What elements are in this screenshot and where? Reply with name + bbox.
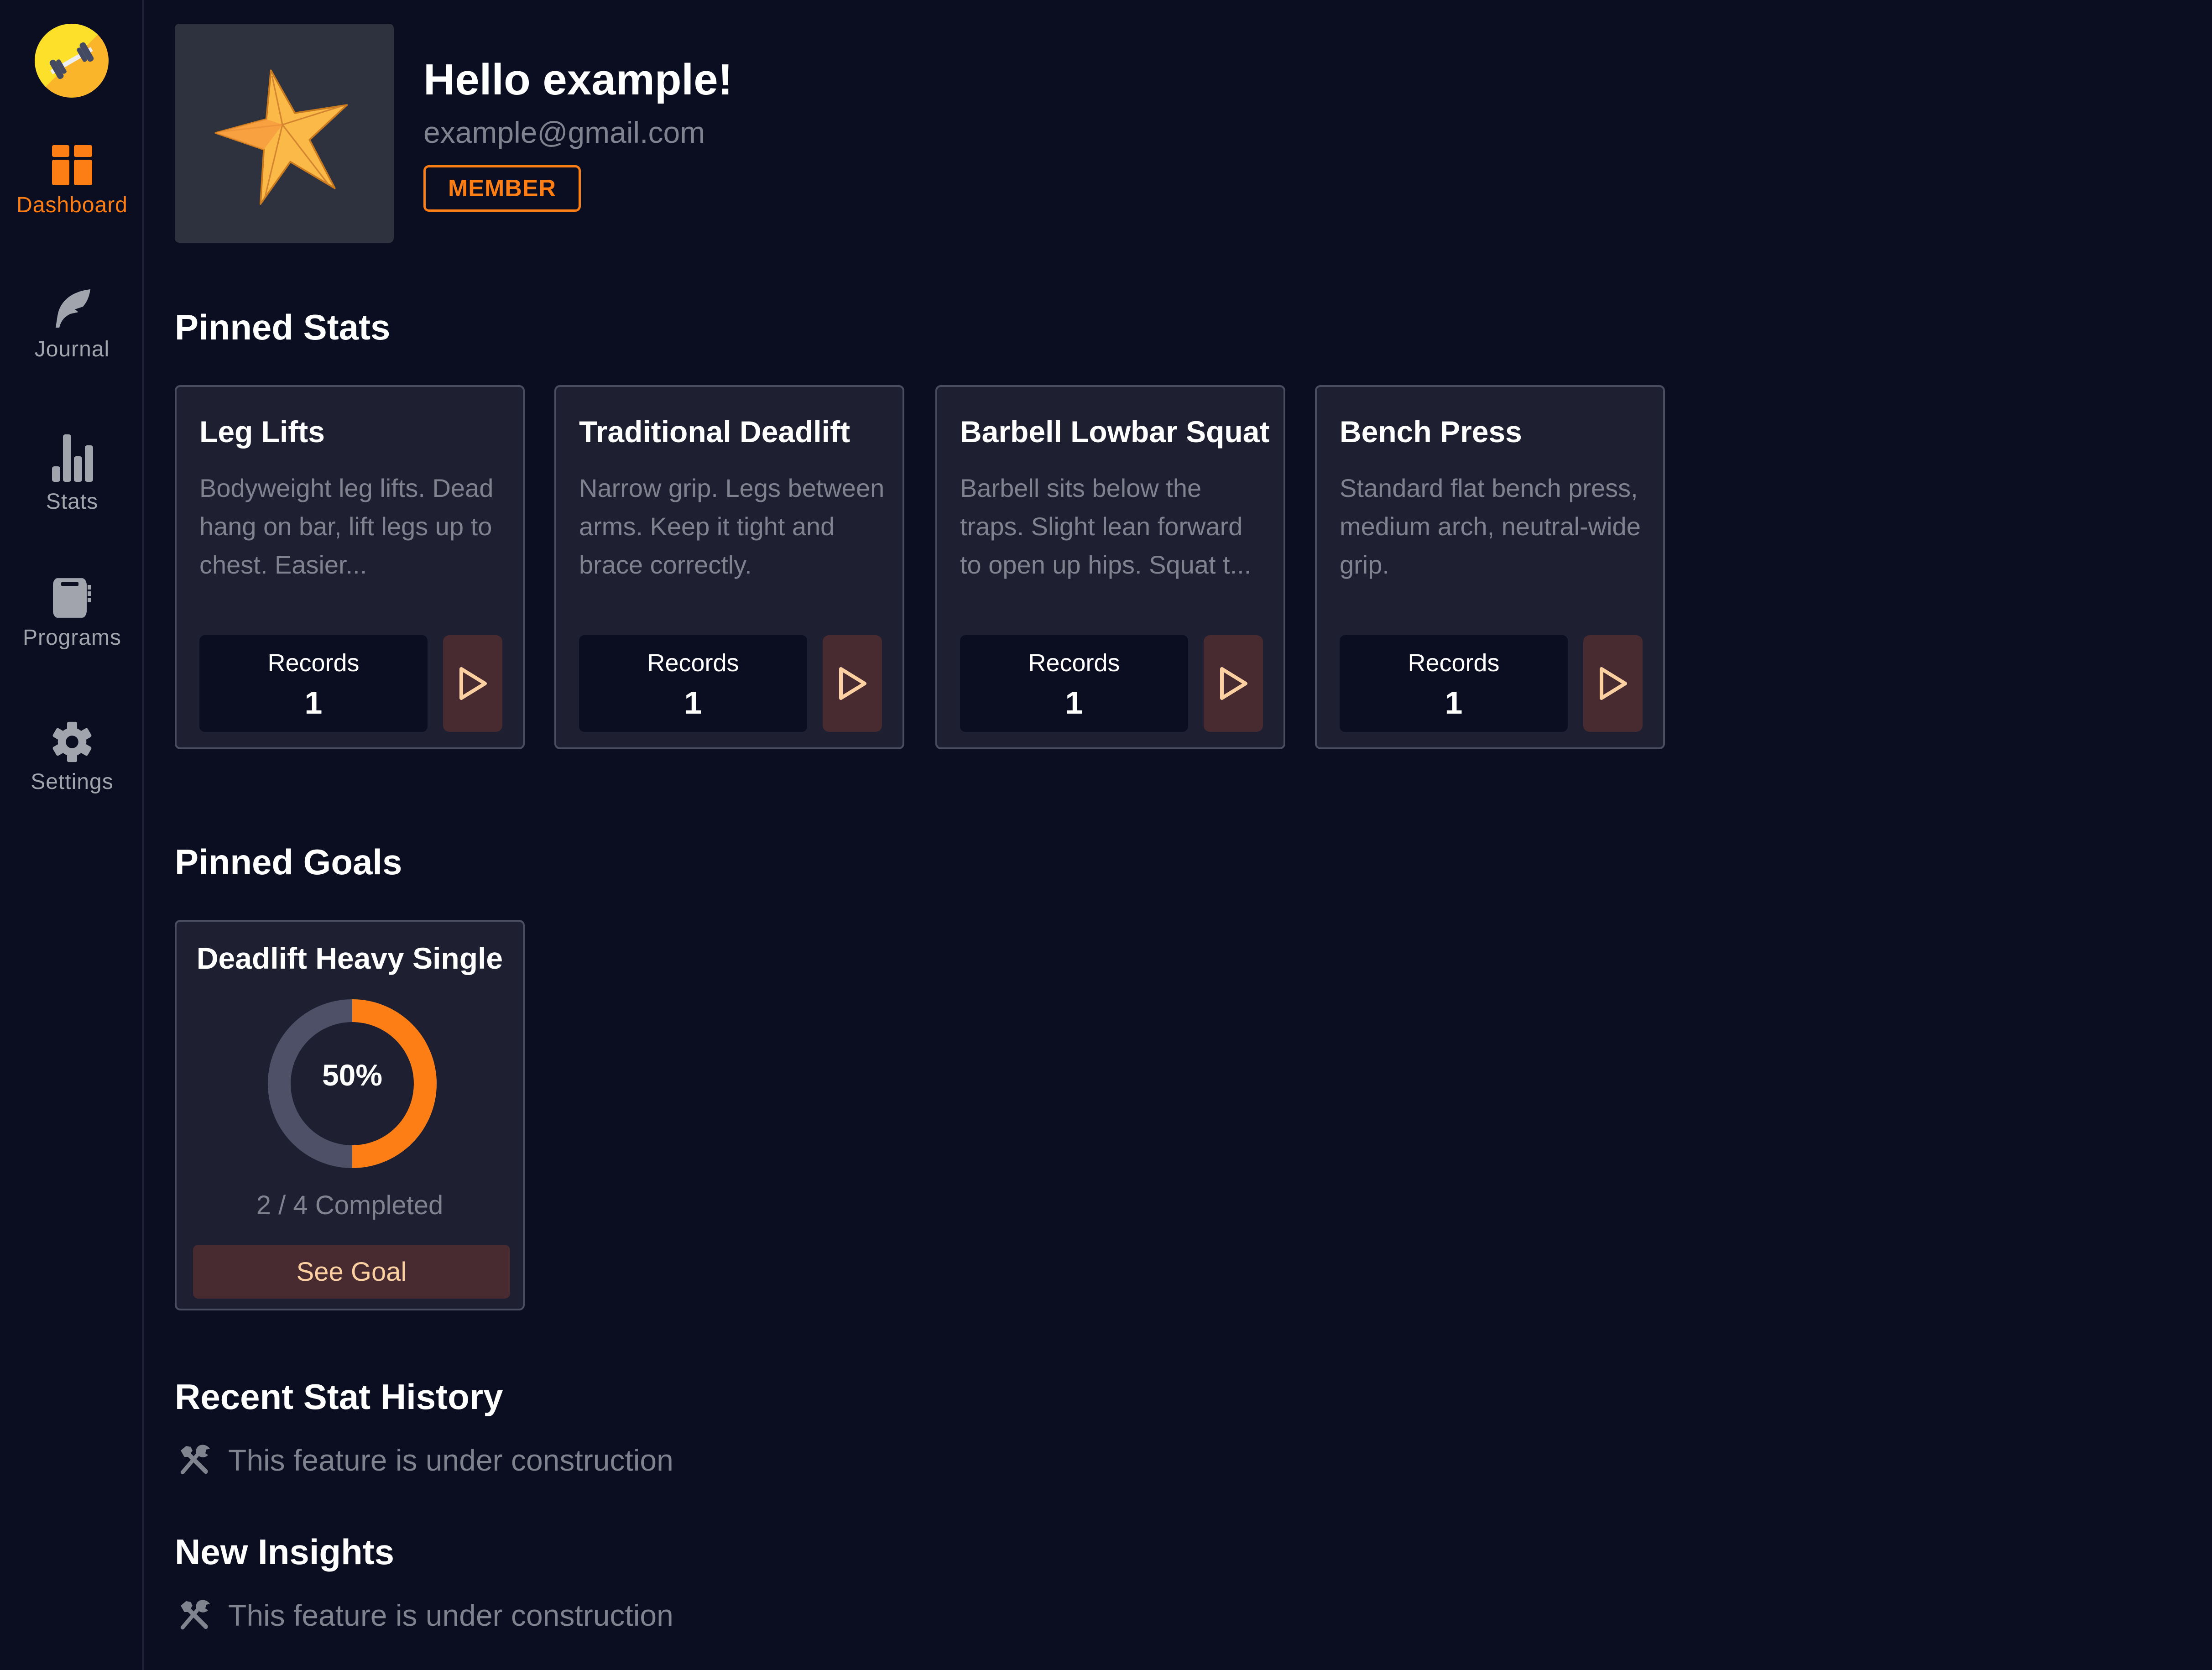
under-construction-text: This feature is under construction [228,1443,673,1477]
goal-card[interactable]: Deadlift Heavy Single 50% 2 / 4 Complete… [175,920,525,1310]
play-icon [1220,667,1247,700]
gear-icon [52,721,92,762]
pinned-goals-heading: Pinned Goals [175,842,402,882]
start-stat-button[interactable] [1204,635,1263,732]
goal-completed-count: 2 / 4 Completed [256,1190,443,1220]
sidebar-item-journal[interactable]: Journal [0,288,144,362]
starfish-icon [214,69,348,205]
sidebar: Dashboard Journal Stats Programs Setting… [0,0,144,1670]
sidebar-item-programs[interactable]: Programs [0,577,144,650]
stat-card-description: Standard flat bench press, medium arch, … [1340,474,1641,579]
stat-card-description: Bodyweight leg lifts. Dead hang on bar, … [199,474,494,579]
stat-card-title: Leg Lifts [199,415,325,449]
start-stat-button[interactable] [823,635,882,732]
records-label: Records [267,649,360,677]
sidebar-item-stats[interactable]: Stats [0,433,144,514]
role-badge: MEMBER [423,165,581,212]
stat-card[interactable]: Barbell Lowbar Squat Barbell sits below … [935,385,1285,749]
stat-card[interactable]: Leg Lifts Bodyweight leg lifts. Dead han… [175,385,525,749]
sidebar-item-label: Settings [31,770,114,794]
records-count: 1 [684,685,702,720]
sidebar-item-label: Dashboard [16,193,128,217]
records-count: 1 [304,685,323,720]
dumbbell-logo-icon[interactable] [35,24,109,98]
records-label: Records [1028,649,1120,677]
greeting-title: Hello example! [423,55,733,104]
under-construction-text: This feature is under construction [228,1598,673,1632]
records-label: Records [647,649,739,677]
sidebar-item-settings[interactable]: Settings [0,721,144,794]
records-box: Records 1 [1340,635,1568,732]
records-count: 1 [1445,685,1463,720]
records-box: Records 1 [579,635,807,732]
see-goal-button[interactable]: See Goal [193,1245,510,1299]
sidebar-item-label: Programs [22,626,122,650]
records-label: Records [1408,649,1500,677]
records-count: 1 [1065,685,1083,720]
stat-card-description: Narrow grip. Legs between arms. Keep it … [579,474,885,579]
under-construction-notice: This feature is under construction [178,1443,673,1477]
sidebar-item-label: Stats [46,490,99,514]
goal-percent: 50% [322,1058,383,1092]
avatar [175,24,394,243]
stat-card-title: Traditional Deadlift [579,415,850,449]
stat-card[interactable]: Bench Press Standard flat bench press, m… [1315,385,1665,749]
start-stat-button[interactable] [443,635,502,732]
under-construction-notice: This feature is under construction [178,1598,673,1633]
goal-progress-donut: 50% [268,999,437,1168]
play-icon [459,667,487,700]
stat-card-description: Barbell sits below the traps. Slight lea… [960,474,1252,579]
start-stat-button[interactable] [1583,635,1643,732]
stat-card-title: Bench Press [1340,415,1522,449]
new-insights-heading: New Insights [175,1532,395,1572]
play-icon [1600,667,1627,700]
tools-icon [180,1600,210,1630]
feather-icon [56,289,90,328]
sidebar-item-dashboard[interactable]: Dashboard [0,144,144,218]
records-box: Records 1 [960,635,1188,732]
dashboard-icon [52,145,92,185]
tools-icon [180,1445,210,1475]
records-box: Records 1 [199,635,428,732]
notebook-icon [53,578,91,618]
user-email: example@gmail.com [423,115,705,149]
stat-card-title: Barbell Lowbar Squat [960,415,1270,449]
pinned-stats-heading: Pinned Stats [175,307,391,347]
sidebar-item-label: Journal [34,337,110,361]
goal-title: Deadlift Heavy Single [196,941,503,975]
play-icon [839,667,866,700]
stat-card[interactable]: Traditional Deadlift Narrow grip. Legs b… [554,385,904,749]
recent-stat-history-heading: Recent Stat History [175,1377,503,1417]
bar-chart-icon [52,434,93,482]
